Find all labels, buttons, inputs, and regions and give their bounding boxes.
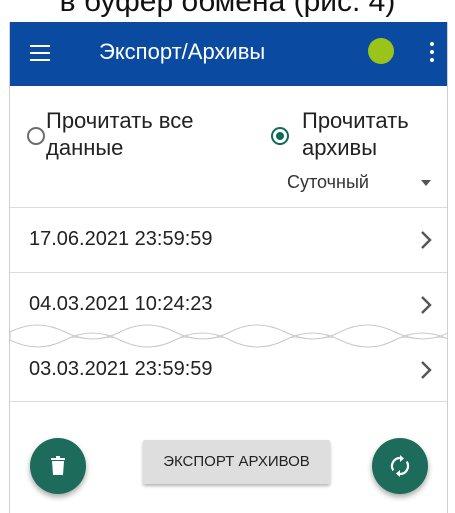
archive-row[interactable]: 17.06.2021 23:59:59 bbox=[10, 207, 447, 273]
connection-status-dot bbox=[368, 38, 394, 64]
bottom-divider bbox=[10, 401, 447, 402]
sync-icon bbox=[390, 455, 410, 477]
export-archives-button[interactable]: ЭКСПОРТ АРХИВОВ bbox=[143, 440, 330, 484]
menu-icon[interactable] bbox=[30, 45, 50, 61]
dropdown-arrow-icon bbox=[421, 180, 431, 186]
radio-read-archives[interactable]: Прочитать архивы bbox=[271, 108, 441, 168]
sync-button[interactable] bbox=[372, 438, 428, 494]
chevron-right-icon bbox=[421, 231, 432, 249]
trash-icon bbox=[51, 456, 65, 475]
radio-unchecked-icon bbox=[27, 127, 45, 145]
radio-read-all-data[interactable]: Прочитать все данные bbox=[27, 108, 242, 168]
export-archives-label: ЭКСПОРТ АРХИВОВ bbox=[163, 453, 310, 470]
app-bar: Экспорт/Архивы bbox=[10, 22, 447, 86]
top-caption: в буфер обмена (рис. 4) bbox=[0, 0, 455, 22]
radio-read-archives-label-line2: архивы bbox=[302, 135, 378, 160]
delete-button[interactable] bbox=[30, 438, 86, 494]
chevron-right-icon bbox=[421, 361, 432, 379]
radio-read-all-label-line1: Прочитать все bbox=[46, 108, 194, 133]
radio-read-all-label-line2: данные bbox=[46, 135, 124, 160]
phone-screen: Экспорт/Архивы Прочитать все данные Проч… bbox=[9, 22, 448, 513]
more-vert-icon[interactable] bbox=[430, 42, 434, 62]
list-break-divider bbox=[10, 324, 447, 348]
archive-type-select[interactable]: Суточный bbox=[287, 170, 437, 196]
top-caption-text: в буфер обмена (рис. 4) bbox=[59, 0, 396, 18]
archive-type-value: Суточный bbox=[287, 172, 369, 192]
radio-checked-icon bbox=[271, 127, 289, 145]
page-title: Экспорт/Архивы bbox=[99, 39, 266, 64]
archive-date: 03.03.2021 23:59:59 bbox=[29, 358, 213, 380]
radio-read-archives-label-line1: Прочитать bbox=[302, 108, 409, 133]
archive-date: 17.06.2021 23:59:59 bbox=[29, 228, 213, 250]
